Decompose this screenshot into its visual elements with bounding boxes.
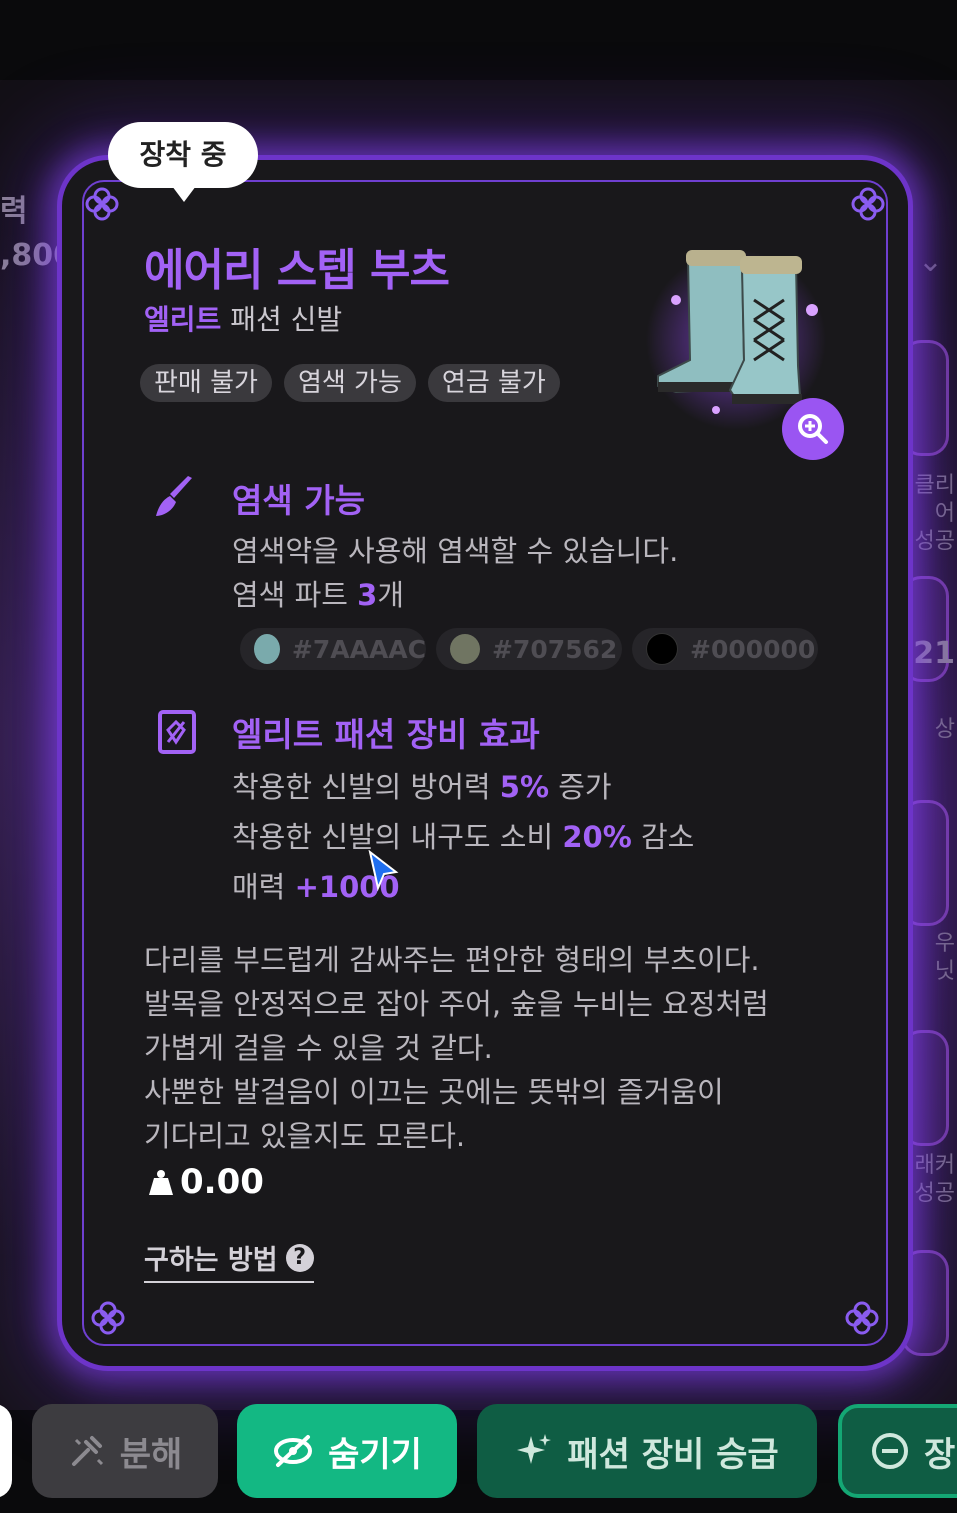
- hide-button[interactable]: 숨기기: [237, 1404, 457, 1498]
- fashion-effect-icon: [158, 710, 196, 754]
- dye-parts: 염색 파트 3개: [232, 578, 405, 612]
- brush-icon: [156, 476, 192, 516]
- corner-ornament-icon: [86, 1296, 130, 1340]
- pointer-cursor-icon: [368, 850, 399, 892]
- zoom-in-button[interactable]: [782, 398, 844, 460]
- color-hex: #7AAAAC: [291, 634, 426, 664]
- item-grade: 엘리트: [144, 303, 222, 336]
- color-swatch: [450, 634, 480, 664]
- dye-color-chip[interactable]: #7AAAAC: [240, 628, 426, 670]
- dye-color-chip[interactable]: #707562: [436, 628, 622, 670]
- item-category: 패션 신발: [230, 303, 343, 336]
- color-hex: #000000: [690, 634, 816, 664]
- equipped-badge: 장착 중: [108, 122, 258, 202]
- corner-ornament-icon: [840, 1296, 884, 1340]
- background-slot[interactable]: [901, 800, 949, 926]
- item-type: 엘리트 패션 신발: [144, 298, 342, 338]
- color-hex: #707562: [492, 634, 618, 664]
- disassemble-icon: [71, 1436, 103, 1466]
- background-label: 래커 성공: [914, 1153, 955, 1206]
- item-description: 다리를 부드럽게 감싸주는 편안한 형태의 부츠이다. 발목을 안정적으로 잡아…: [144, 943, 769, 1153]
- weight-icon: [149, 1170, 173, 1195]
- question-icon: ?: [285, 1243, 314, 1272]
- background-label: 21: [913, 636, 955, 671]
- tag-dyeable: 염색 가능: [283, 364, 416, 402]
- background-label: 상: [934, 717, 955, 742]
- minus-circle-icon: [872, 1433, 908, 1469]
- dye-color-list: #7AAAAC #707562 #000000: [240, 628, 818, 670]
- sparkle-icon: [517, 1434, 552, 1464]
- tag-not-alchemizable: 연금 불가: [427, 364, 560, 402]
- item-tags: 판매 불가 염색 가능 연금 불가: [140, 364, 560, 402]
- background-label: 우닛: [934, 931, 955, 984]
- background-slot[interactable]: [901, 1250, 949, 1356]
- background-slot[interactable]: [901, 340, 949, 456]
- effect-line: 착용한 신발의 내구도 소비 20% 감소: [232, 820, 695, 854]
- item-name: 에어리 스텝 부츠: [144, 245, 450, 296]
- dye-section-title: 염색 가능: [232, 481, 365, 520]
- fashion-upgrade-button[interactable]: 패션 장비 승급: [477, 1404, 817, 1498]
- corner-ornament-icon: [80, 182, 124, 226]
- color-swatch: [254, 634, 280, 664]
- eye-off-icon: [274, 1435, 313, 1467]
- color-swatch: [646, 633, 678, 665]
- dye-description: 염색약을 사용해 염색할 수 있습니다.: [232, 534, 679, 568]
- effect-section-title: 엘리트 패션 장비 효과: [232, 715, 540, 754]
- effect-line: 착용한 신발의 방어력 5% 증가: [232, 770, 612, 804]
- background-slot[interactable]: [901, 1030, 949, 1146]
- left-edge-button[interactable]: [0, 1404, 12, 1498]
- zoom-in-icon: [798, 414, 828, 444]
- disassemble-button[interactable]: 분해: [32, 1404, 218, 1498]
- unequip-button[interactable]: 장: [838, 1404, 957, 1498]
- tag-not-sellable: 판매 불가: [140, 364, 272, 402]
- corner-ornament-icon: [846, 182, 890, 226]
- dye-color-chip[interactable]: #000000: [632, 628, 818, 670]
- how-to-obtain-link[interactable]: 구하는 방법 ?: [144, 1238, 314, 1283]
- item-weight: 0.00: [148, 1162, 264, 1202]
